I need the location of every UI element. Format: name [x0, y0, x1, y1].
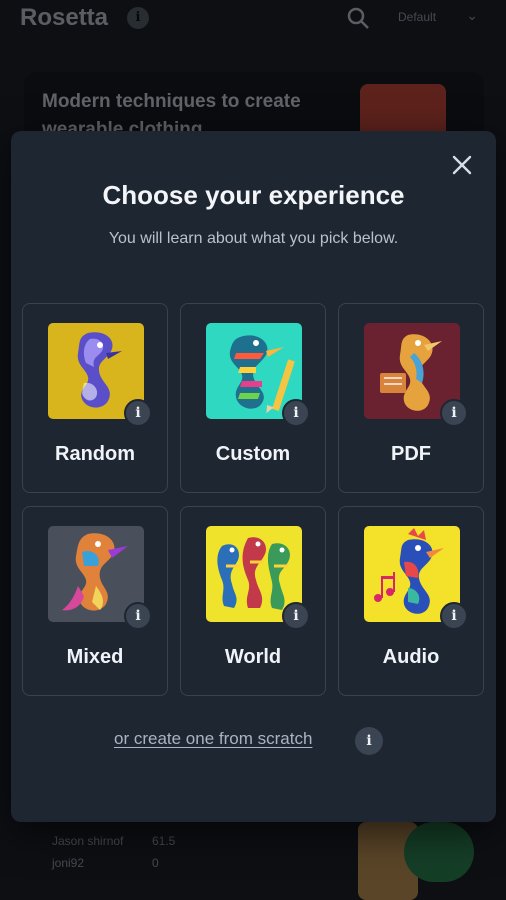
option-label: Random [55, 443, 135, 465]
info-icon[interactable]: i [355, 727, 383, 755]
option-label: Audio [382, 646, 440, 668]
leaderboard-card: Jason shirnof 61.5 joni92 0 [24, 822, 484, 900]
app-brand: Rosetta [20, 4, 109, 31]
info-icon[interactable]: i [440, 602, 468, 630]
chevron-down-icon: ⌄ [466, 7, 478, 23]
info-icon[interactable]: i [282, 602, 310, 630]
modal-title: Choose your experience [102, 180, 405, 210]
option-world[interactable]: i World [180, 506, 326, 696]
leaderboard-row: Jason shirnof 61.5 [52, 834, 175, 848]
leaderboard-value: 61.5 [152, 834, 176, 848]
modal-subtitle: You will learn about what you pick below… [108, 230, 399, 247]
mode-select[interactable]: Default ⌄ [388, 2, 488, 32]
top-bar: Rosetta i Default ⌄ [0, 0, 506, 34]
option-label: World [224, 646, 282, 668]
search-icon[interactable] [346, 6, 370, 30]
option-label: Mixed [66, 646, 124, 668]
create-from-scratch-link[interactable]: or create one from scratch [114, 729, 312, 749]
option-pdf[interactable]: i PDF [338, 303, 484, 493]
leaderboard-name: joni92 [52, 856, 85, 870]
create-from-scratch-row: or create one from scratch i [11, 727, 496, 755]
info-icon[interactable]: i [124, 602, 152, 630]
option-mixed[interactable]: i Mixed [22, 506, 168, 696]
brand-info-icon[interactable]: i [127, 7, 149, 29]
leaderboard-value: 0 [152, 856, 159, 870]
close-icon[interactable] [448, 151, 476, 179]
option-custom[interactable]: i Custom [180, 303, 326, 493]
option-label: Custom [215, 443, 291, 465]
leaderboard-name: Jason shirnof [52, 834, 124, 848]
option-random[interactable]: i Random [22, 303, 168, 493]
info-icon[interactable]: i [124, 399, 152, 427]
mode-select-value: Default [398, 10, 437, 24]
option-audio[interactable]: i Audio [338, 506, 484, 696]
info-icon[interactable]: i [282, 399, 310, 427]
experience-grid: i Random i Custom i PDF i Mixed i World … [22, 303, 485, 697]
info-icon[interactable]: i [440, 399, 468, 427]
leaderboard-row: joni92 0 [52, 856, 159, 870]
option-label: PDF [391, 443, 431, 465]
fab-button[interactable] [404, 822, 474, 882]
experience-modal: Choose your experience You will learn ab… [11, 131, 496, 822]
